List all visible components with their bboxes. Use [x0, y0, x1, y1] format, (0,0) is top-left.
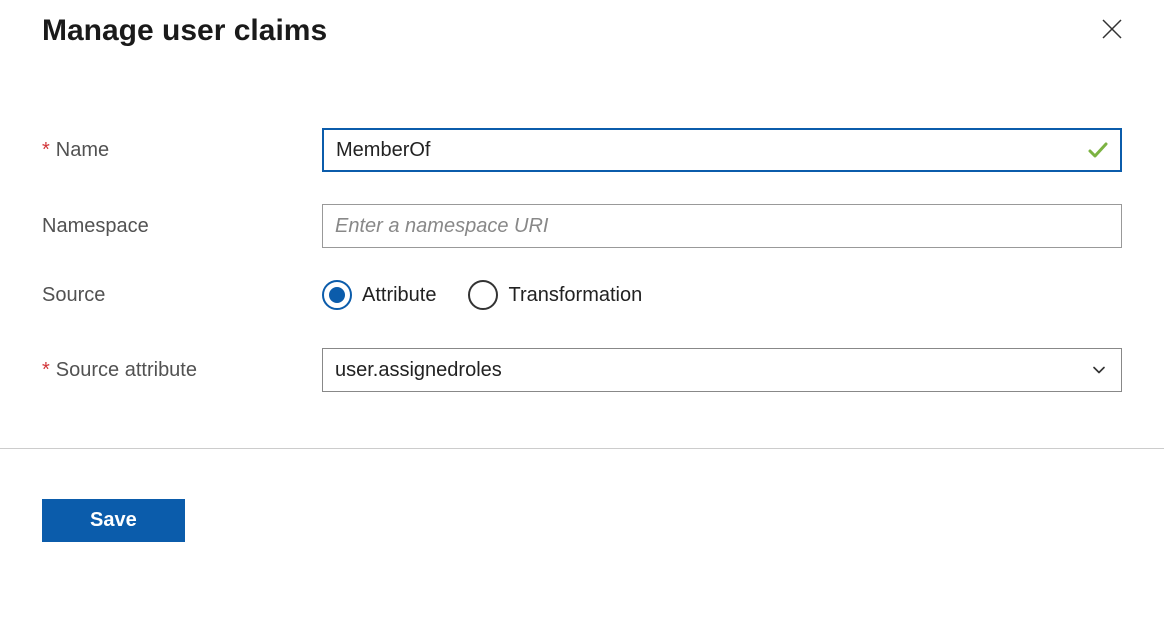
save-button[interactable]: Save — [42, 499, 185, 542]
source-label-text: Source — [42, 284, 105, 307]
source-attribute-label: * Source attribute — [42, 359, 322, 382]
source-attribute-value: user.assignedroles — [335, 359, 502, 382]
close-icon — [1100, 17, 1124, 41]
name-input[interactable] — [322, 128, 1122, 172]
close-button[interactable] — [1098, 15, 1126, 43]
source-label: Source — [42, 284, 322, 307]
namespace-label-text: Namespace — [42, 215, 149, 238]
radio-circle — [468, 280, 498, 310]
required-asterisk: * — [42, 139, 50, 162]
namespace-input[interactable] — [322, 204, 1122, 248]
name-label: * Name — [42, 139, 322, 162]
radio-attribute[interactable]: Attribute — [322, 280, 436, 310]
name-label-text: Name — [56, 139, 109, 162]
required-asterisk: * — [42, 359, 50, 382]
chevron-down-icon — [1089, 360, 1109, 380]
source-attribute-select[interactable]: user.assignedroles — [322, 348, 1122, 392]
radio-transformation-label: Transformation — [508, 284, 642, 307]
panel-title: Manage user claims — [42, 14, 327, 48]
radio-attribute-label: Attribute — [362, 284, 436, 307]
source-radio-group: Attribute Transformation — [322, 280, 642, 310]
radio-transformation[interactable]: Transformation — [468, 280, 642, 310]
namespace-label: Namespace — [42, 215, 322, 238]
source-attribute-label-text: Source attribute — [56, 359, 197, 382]
radio-dot — [329, 287, 345, 303]
radio-circle-selected — [322, 280, 352, 310]
